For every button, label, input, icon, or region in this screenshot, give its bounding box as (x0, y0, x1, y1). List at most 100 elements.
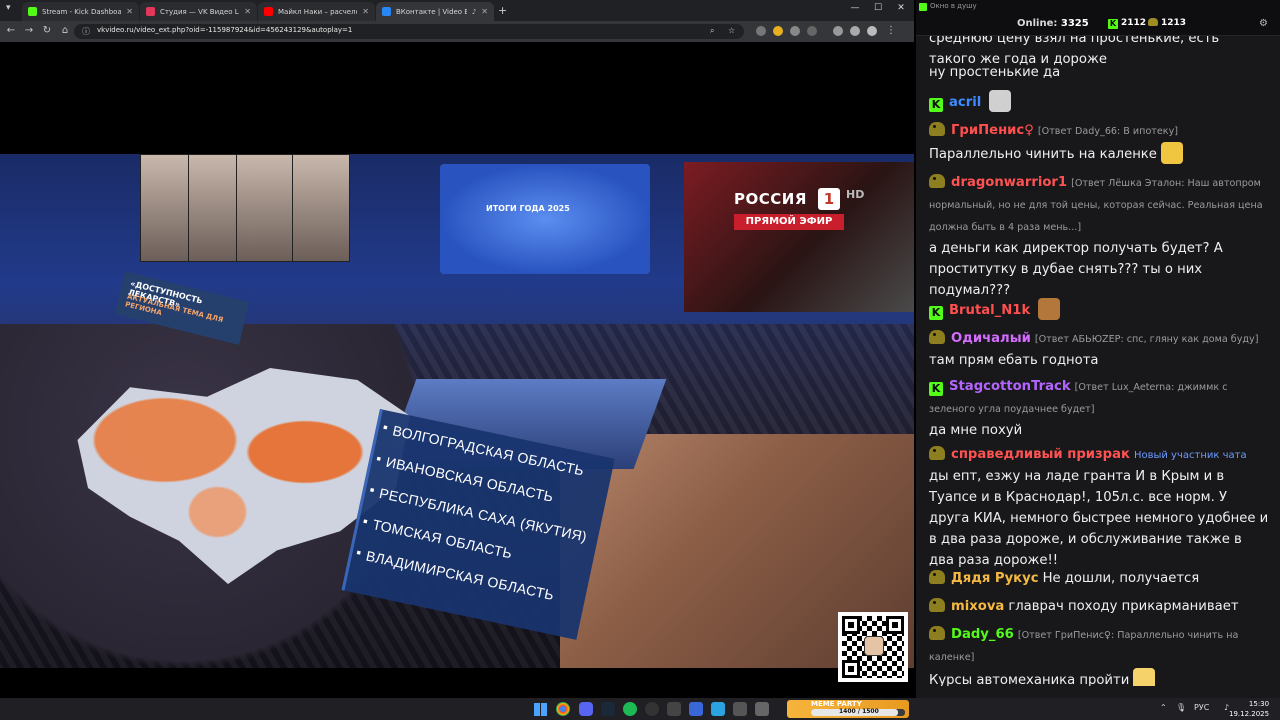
reload-icon[interactable]: ↻ (40, 25, 54, 36)
chat-username[interactable]: справедливый призрак (951, 447, 1130, 462)
channel-logo: РОССИЯ (734, 190, 807, 208)
close-window-icon[interactable]: ✕ (890, 3, 912, 13)
steam-icon[interactable] (601, 702, 615, 716)
youtube-icon (264, 7, 273, 16)
url-text[interactable]: vkvideo.ru/video_ext.php?oid=-115987924&… (97, 26, 352, 34)
windows-start-icon[interactable] (534, 703, 547, 716)
map-screen-label: ИТОГИ ГОДА 2025 (486, 204, 570, 213)
tab-title: Майкл Наки – расчеловечива... (278, 7, 357, 16)
site-info-icon[interactable]: ⓘ (82, 26, 90, 37)
caller-video-tile (236, 154, 294, 262)
mic-icon[interactable]: 🎙 (1176, 703, 1186, 712)
chat-username[interactable]: mixova (951, 599, 1004, 614)
new-user-label: Новый участник чата (1133, 450, 1247, 461)
map-screen: ИТОГИ ГОДА 2025 (440, 164, 650, 274)
chat-username[interactable]: StagcottonTrack (949, 379, 1071, 394)
tab-youtube[interactable]: Майкл Наки – расчеловечива... ✕ (258, 2, 375, 21)
reply-reference: [Ответ Dady_66: В ипотеку] (1037, 126, 1179, 137)
chat-text: ну простенькие да (929, 65, 1061, 80)
chat-message[interactable]: mixova главрач походу прикарманивает (929, 596, 1269, 617)
settings-gear-icon[interactable]: ⚙ (1259, 18, 1268, 29)
maximize-icon[interactable]: ☐ (867, 3, 889, 13)
extension-icon[interactable] (756, 26, 766, 36)
chat-username[interactable]: acril (949, 95, 981, 110)
chat-username[interactable]: Brutal_N1k (949, 303, 1030, 318)
speaker-icon[interactable]: ♪ (472, 8, 476, 16)
minimize-icon[interactable]: — (844, 3, 866, 13)
chat-message[interactable]: ну простенькие да (929, 62, 1269, 83)
close-tab-icon[interactable]: ✕ (481, 7, 488, 16)
tray-chevron-icon[interactable]: ⌃ (1160, 703, 1167, 712)
chat-message[interactable]: K StagcottonTrack [Ответ Lux_Aeterna: джим… (929, 376, 1269, 441)
home-icon[interactable]: ⌂ (58, 25, 72, 36)
meme-party-widget[interactable]: MEME PARTY 1400 / 1500 (787, 700, 909, 718)
system-clock[interactable]: 15:30 19.12.2025 (1229, 699, 1269, 719)
video-frame[interactable]: ИТОГИ ГОДА 2025 РОССИЯ 1 HD ПРЯМОЙ ЭФИР … (0, 154, 914, 668)
app-icon[interactable] (755, 702, 769, 716)
bag-stat: 1213 (1148, 18, 1186, 28)
kick-icon: K (1108, 19, 1118, 29)
extension-icon[interactable] (773, 26, 783, 36)
close-tab-icon[interactable]: ✕ (362, 7, 369, 16)
chat-window-titlebar: Окно в душу (916, 0, 1280, 14)
chat-message[interactable]: справедливый призрак Новый участник чата д… (929, 444, 1269, 571)
discord-icon[interactable] (579, 702, 593, 716)
close-tab-icon[interactable]: ✕ (126, 7, 133, 16)
video-player[interactable]: ИТОГИ ГОДА 2025 РОССИЯ 1 HD ПРЯМОЙ ЭФИР … (0, 42, 914, 697)
online-counter: Online: 3325 (1017, 18, 1089, 29)
back-icon[interactable]: ← (4, 25, 18, 36)
reply-reference: [Ответ АБЬЮZEP: спс, гляну как дома буду… (1034, 334, 1259, 345)
chat-message[interactable]: ГриПенис♀ [Ответ Dady_66: В ипотеку] Парал… (929, 120, 1269, 165)
address-bar[interactable]: ⓘ vkvideo.ru/video_ext.php?oid=-11598792… (74, 24, 744, 39)
chat-username[interactable]: dragonwarrior1 (951, 175, 1067, 190)
kick-icon (919, 3, 927, 11)
chat-username[interactable]: Одичалый (951, 331, 1031, 346)
extensions-puzzle-icon[interactable] (807, 26, 817, 36)
emote-icon (1160, 142, 1183, 164)
close-tab-icon[interactable]: ✕ (244, 7, 251, 16)
new-tab-button[interactable]: + (498, 4, 507, 17)
profile-avatar[interactable] (867, 26, 877, 36)
chat-message[interactable]: dragonwarrior1 [Ответ Лёшка Эталон: Наш а… (929, 172, 1269, 301)
tab-search-icon[interactable] (850, 26, 860, 36)
obs-icon[interactable] (645, 702, 659, 716)
zoom-icon[interactable]: ⌕ (710, 26, 714, 36)
chat-username[interactable]: ГриПенис♀ (951, 123, 1034, 138)
tab-title: ВКонтакте | Video Ext (396, 7, 467, 16)
broadcast-screen: РОССИЯ 1 HD ПРЯМОЙ ЭФИР (684, 162, 914, 312)
app-icon[interactable] (667, 702, 681, 716)
tab-list-icon[interactable]: ▾ (6, 3, 20, 16)
caller-video-tile (292, 154, 350, 262)
forward-icon[interactable]: → (22, 25, 36, 36)
app-icon[interactable] (733, 702, 747, 716)
extension-icon[interactable] (790, 26, 800, 36)
browser-menu-icon[interactable]: ⋮ (884, 25, 898, 36)
chat-text: там прям ебать годнота (929, 353, 1099, 368)
tab-vk-video-ext[interactable]: ВКонтакте | Video Ext ♪ ✕ (376, 2, 494, 21)
browser-window: ▾ Stream - Kick Dashboard ✕ Студия — VK … (0, 0, 914, 698)
chat-message[interactable]: K Brutal_N1k (929, 298, 1269, 321)
chat-message[interactable]: Dady_66 [Ответ ГриПенис♀: Параллельно чин… (929, 624, 1269, 686)
browser-toolbar: ← → ↻ ⌂ ⓘ vkvideo.ru/video_ext.php?oid=-… (0, 21, 914, 42)
vk-icon (382, 7, 391, 16)
chat-username[interactable]: Dady_66 (951, 627, 1014, 642)
chat-text: ды епт, езжу на ладе гранта И в Крым и в… (929, 469, 1269, 568)
chat-message[interactable]: Kacril (929, 90, 1269, 113)
taskbar: MEME PARTY 1400 / 1500 ⌃ 🎙 РУС ♪ 15:30 1… (0, 698, 1280, 720)
chat-text: да мне похуй (929, 423, 1023, 438)
subscriber-badge-icon (929, 446, 945, 460)
player-icon[interactable] (689, 702, 703, 716)
chat-message[interactable]: Одичалый [Ответ АБЬЮZEP: спс, гляну как д… (929, 328, 1269, 371)
language-indicator[interactable]: РУС (1194, 703, 1209, 712)
tab-kick-dashboard[interactable]: Stream - Kick Dashboard ✕ (22, 2, 139, 21)
chat-username[interactable]: Дядя Рукус (951, 571, 1039, 586)
download-icon[interactable] (833, 26, 843, 36)
telegram-icon[interactable] (711, 702, 725, 716)
chrome-icon[interactable] (556, 702, 570, 716)
bookmark-star-icon[interactable]: ☆ (728, 26, 735, 35)
tab-bar: ▾ Stream - Kick Dashboard ✕ Студия — VK … (0, 0, 914, 21)
tab-vk-studio[interactable]: Студия — VK Видео Live ✕ (140, 2, 257, 21)
subscriber-badge-icon (929, 330, 945, 344)
spotify-icon[interactable] (623, 702, 637, 716)
chat-message[interactable]: Дядя Рукус Не дошли, получается (929, 568, 1269, 589)
